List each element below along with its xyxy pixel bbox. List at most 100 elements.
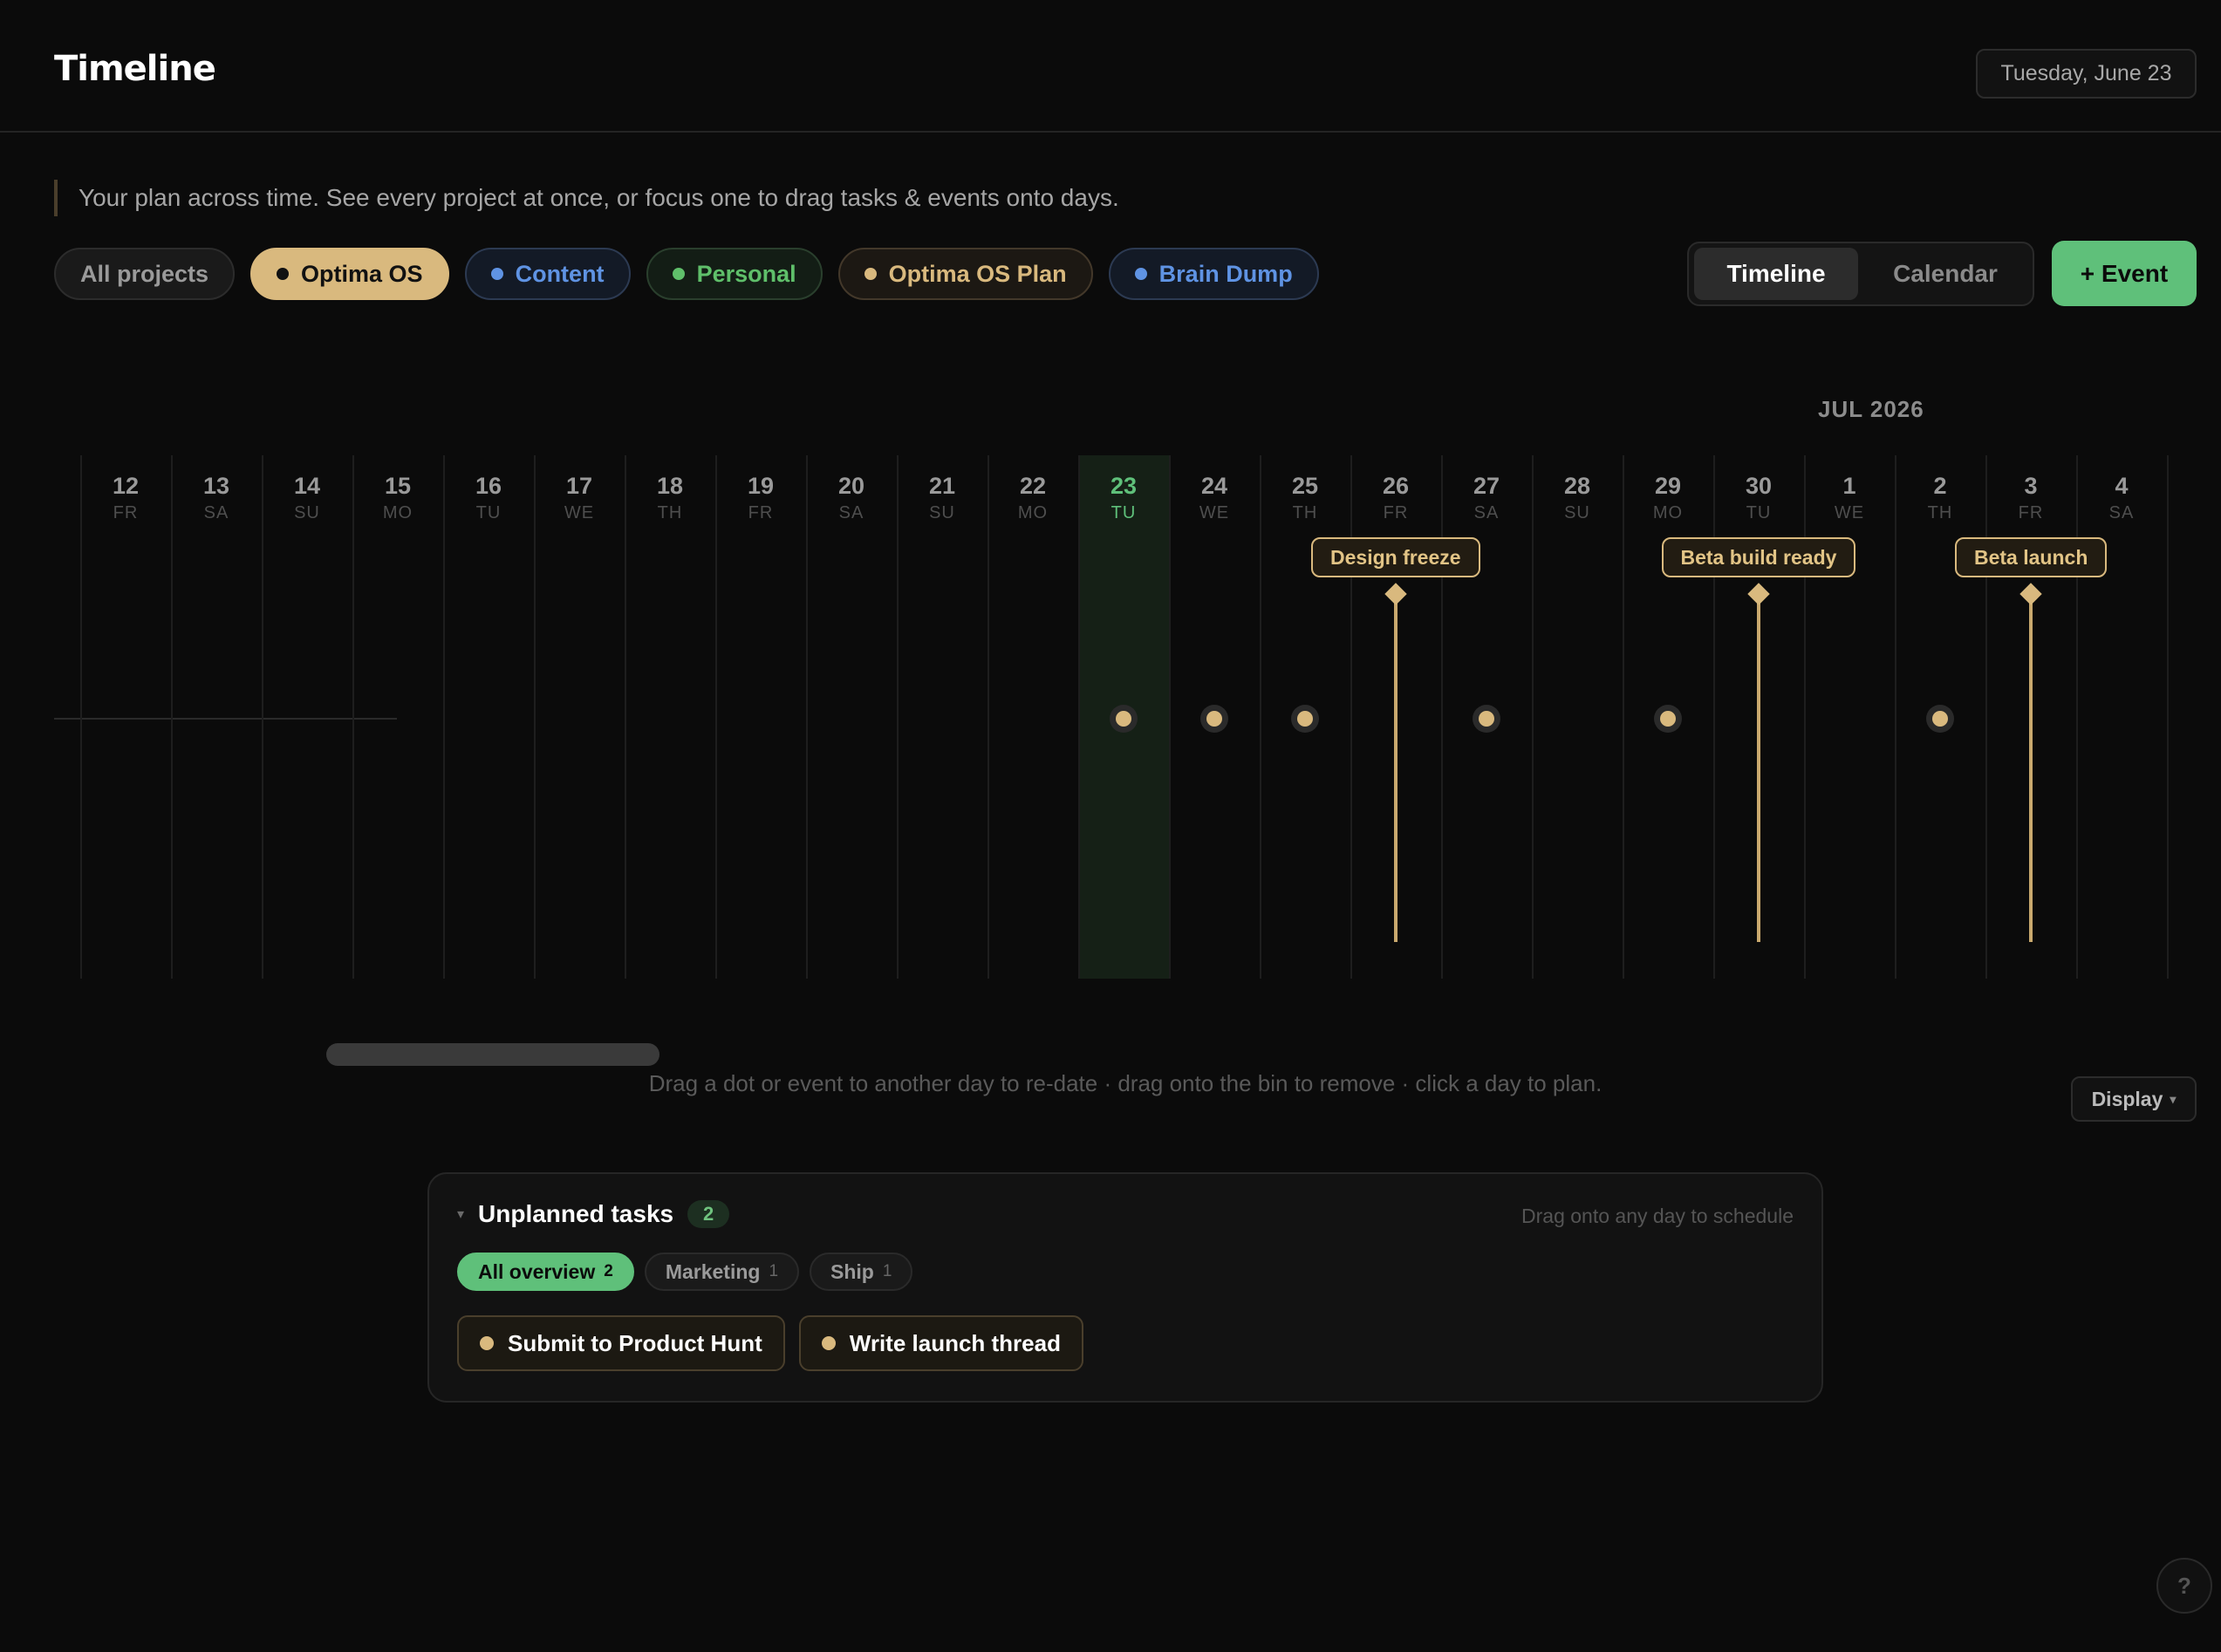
day-column-14[interactable]: 14 SU xyxy=(262,473,352,523)
day-divider xyxy=(1985,455,1987,979)
day-divider xyxy=(171,455,173,979)
timeline-grid: 12 FR 13 SA 14 SU 15 MO 16 TU 17 WE 18 TH 19 FR 20 SA 21 SU… xyxy=(0,455,2221,980)
day-number: 28 xyxy=(1563,473,1591,499)
day-column-19[interactable]: 19 FR xyxy=(715,473,806,523)
project-dot-icon xyxy=(1134,268,1147,280)
timeline-view-button[interactable]: Timeline xyxy=(1694,248,1858,300)
day-weekday: SU xyxy=(1564,503,1590,522)
tab-all-overview[interactable]: All overview 2 xyxy=(457,1253,634,1291)
day-column-16[interactable]: 16 TU xyxy=(443,473,534,523)
collapse-caret-icon[interactable]: ▾ xyxy=(457,1205,464,1223)
day-column-20[interactable]: 20 SA xyxy=(806,473,897,523)
current-date-pill[interactable]: Tuesday, June 23 xyxy=(1976,49,2197,99)
calendar-view-button[interactable]: Calendar xyxy=(1863,248,2027,300)
filter-label: Content xyxy=(515,260,605,287)
tab-count: 1 xyxy=(882,1262,892,1280)
timeline-scrollbar[interactable] xyxy=(326,1043,659,1066)
day-divider xyxy=(1078,455,1080,979)
day-column-25[interactable]: 25 TH xyxy=(1260,473,1350,523)
caret-down-icon: ▾ xyxy=(2170,1091,2177,1106)
day-number: 13 xyxy=(202,473,230,499)
event-diamond-icon[interactable] xyxy=(1747,583,1770,605)
day-weekday: FR xyxy=(2018,503,2044,522)
filter-optima-os-plan[interactable]: Optima OS Plan xyxy=(837,248,1093,300)
day-column-21[interactable]: 21 SU xyxy=(897,473,987,523)
event-label[interactable]: Design freeze xyxy=(1311,537,1480,577)
task-dot[interactable] xyxy=(1110,705,1138,733)
day-divider xyxy=(352,455,354,979)
day-number: 18 xyxy=(656,473,684,499)
unplanned-title: Unplanned tasks xyxy=(478,1200,674,1227)
day-column-15[interactable]: 15 MO xyxy=(352,473,443,523)
day-column-12[interactable]: 12 FR xyxy=(80,473,171,523)
day-column-13[interactable]: 13 SA xyxy=(171,473,262,523)
day-number: 25 xyxy=(1291,473,1319,499)
day-column-26[interactable]: 26 FR xyxy=(1350,473,1441,523)
day-weekday: TH xyxy=(1292,503,1318,522)
filter-optima-os[interactable]: Optima OS xyxy=(250,248,449,300)
day-number: 3 xyxy=(2024,473,2038,499)
tab-ship[interactable]: Ship 1 xyxy=(810,1253,913,1291)
event-stem xyxy=(1394,586,1398,942)
day-column-18[interactable]: 18 TH xyxy=(625,473,715,523)
event-label[interactable]: Beta launch xyxy=(1955,537,2108,577)
event-stem xyxy=(1757,586,1760,942)
day-column-28[interactable]: 28 SU xyxy=(1532,473,1623,523)
day-column-23[interactable]: 23 TU xyxy=(1078,473,1169,523)
day-weekday: SU xyxy=(929,503,955,522)
day-number: 29 xyxy=(1654,473,1682,499)
day-column-4[interactable]: 4 SA xyxy=(2076,473,2167,523)
task-dot[interactable] xyxy=(1654,705,1682,733)
day-column-27[interactable]: 27 SA xyxy=(1441,473,1532,523)
tab-count: 2 xyxy=(604,1262,613,1280)
project-dot-icon xyxy=(490,268,503,280)
day-weekday: MO xyxy=(382,503,413,522)
day-column-3[interactable]: 3 FR xyxy=(1985,473,2076,523)
view-toggle: Timeline Calendar xyxy=(1687,242,2034,306)
task-dot[interactable] xyxy=(1473,705,1500,733)
day-column-24[interactable]: 24 WE xyxy=(1169,473,1260,523)
project-dot-icon xyxy=(672,268,685,280)
day-column-22[interactable]: 22 MO xyxy=(987,473,1078,523)
filter-label: All projects xyxy=(80,260,209,287)
add-event-button[interactable]: + Event xyxy=(2052,241,2197,306)
day-number: 22 xyxy=(1019,473,1047,499)
display-menu-button[interactable]: Display ▾ xyxy=(2071,1076,2197,1122)
unplanned-header[interactable]: ▾ Unplanned tasks 2 xyxy=(457,1200,730,1228)
filter-all-projects[interactable]: All projects xyxy=(54,248,236,300)
task-dot-icon xyxy=(1116,711,1131,727)
day-column-2[interactable]: 2 TH xyxy=(1895,473,1985,523)
filter-brain-dump[interactable]: Brain Dump xyxy=(1108,248,1319,300)
tab-marketing[interactable]: Marketing 1 xyxy=(644,1253,800,1291)
task-dot[interactable] xyxy=(1926,705,1954,733)
day-column-1[interactable]: 1 WE xyxy=(1804,473,1895,523)
project-dot-icon xyxy=(277,268,290,280)
event-diamond-icon[interactable] xyxy=(1384,583,1407,605)
day-divider xyxy=(2167,455,2169,979)
project-dot-icon xyxy=(864,268,877,280)
filter-label: Brain Dump xyxy=(1158,260,1293,287)
unplanned-count-badge: 2 xyxy=(687,1200,730,1228)
help-button[interactable]: ? xyxy=(2156,1558,2212,1614)
task-dot[interactable] xyxy=(1291,705,1319,733)
day-column-17[interactable]: 17 WE xyxy=(534,473,625,523)
day-number: 19 xyxy=(747,473,775,499)
day-weekday: WE xyxy=(1834,503,1865,522)
day-column-29[interactable]: 29 MO xyxy=(1623,473,1713,523)
day-weekday: TH xyxy=(657,503,683,522)
day-weekday: WE xyxy=(564,503,595,522)
filter-content[interactable]: Content xyxy=(464,248,631,300)
task-dot[interactable] xyxy=(1200,705,1228,733)
event-diamond-icon[interactable] xyxy=(2019,583,2042,605)
task-chip[interactable]: Submit to Product Hunt xyxy=(457,1315,785,1371)
day-column-30[interactable]: 30 TU xyxy=(1713,473,1804,523)
day-divider xyxy=(443,455,445,979)
tab-label: Ship xyxy=(830,1259,874,1283)
day-divider xyxy=(534,455,536,979)
timeline-track-line xyxy=(54,718,397,720)
filter-personal[interactable]: Personal xyxy=(646,248,823,300)
day-weekday: SA xyxy=(203,503,229,522)
event-label[interactable]: Beta build ready xyxy=(1661,537,1856,577)
day-number: 24 xyxy=(1200,473,1228,499)
task-chip[interactable]: Write launch thread xyxy=(798,1315,1083,1371)
